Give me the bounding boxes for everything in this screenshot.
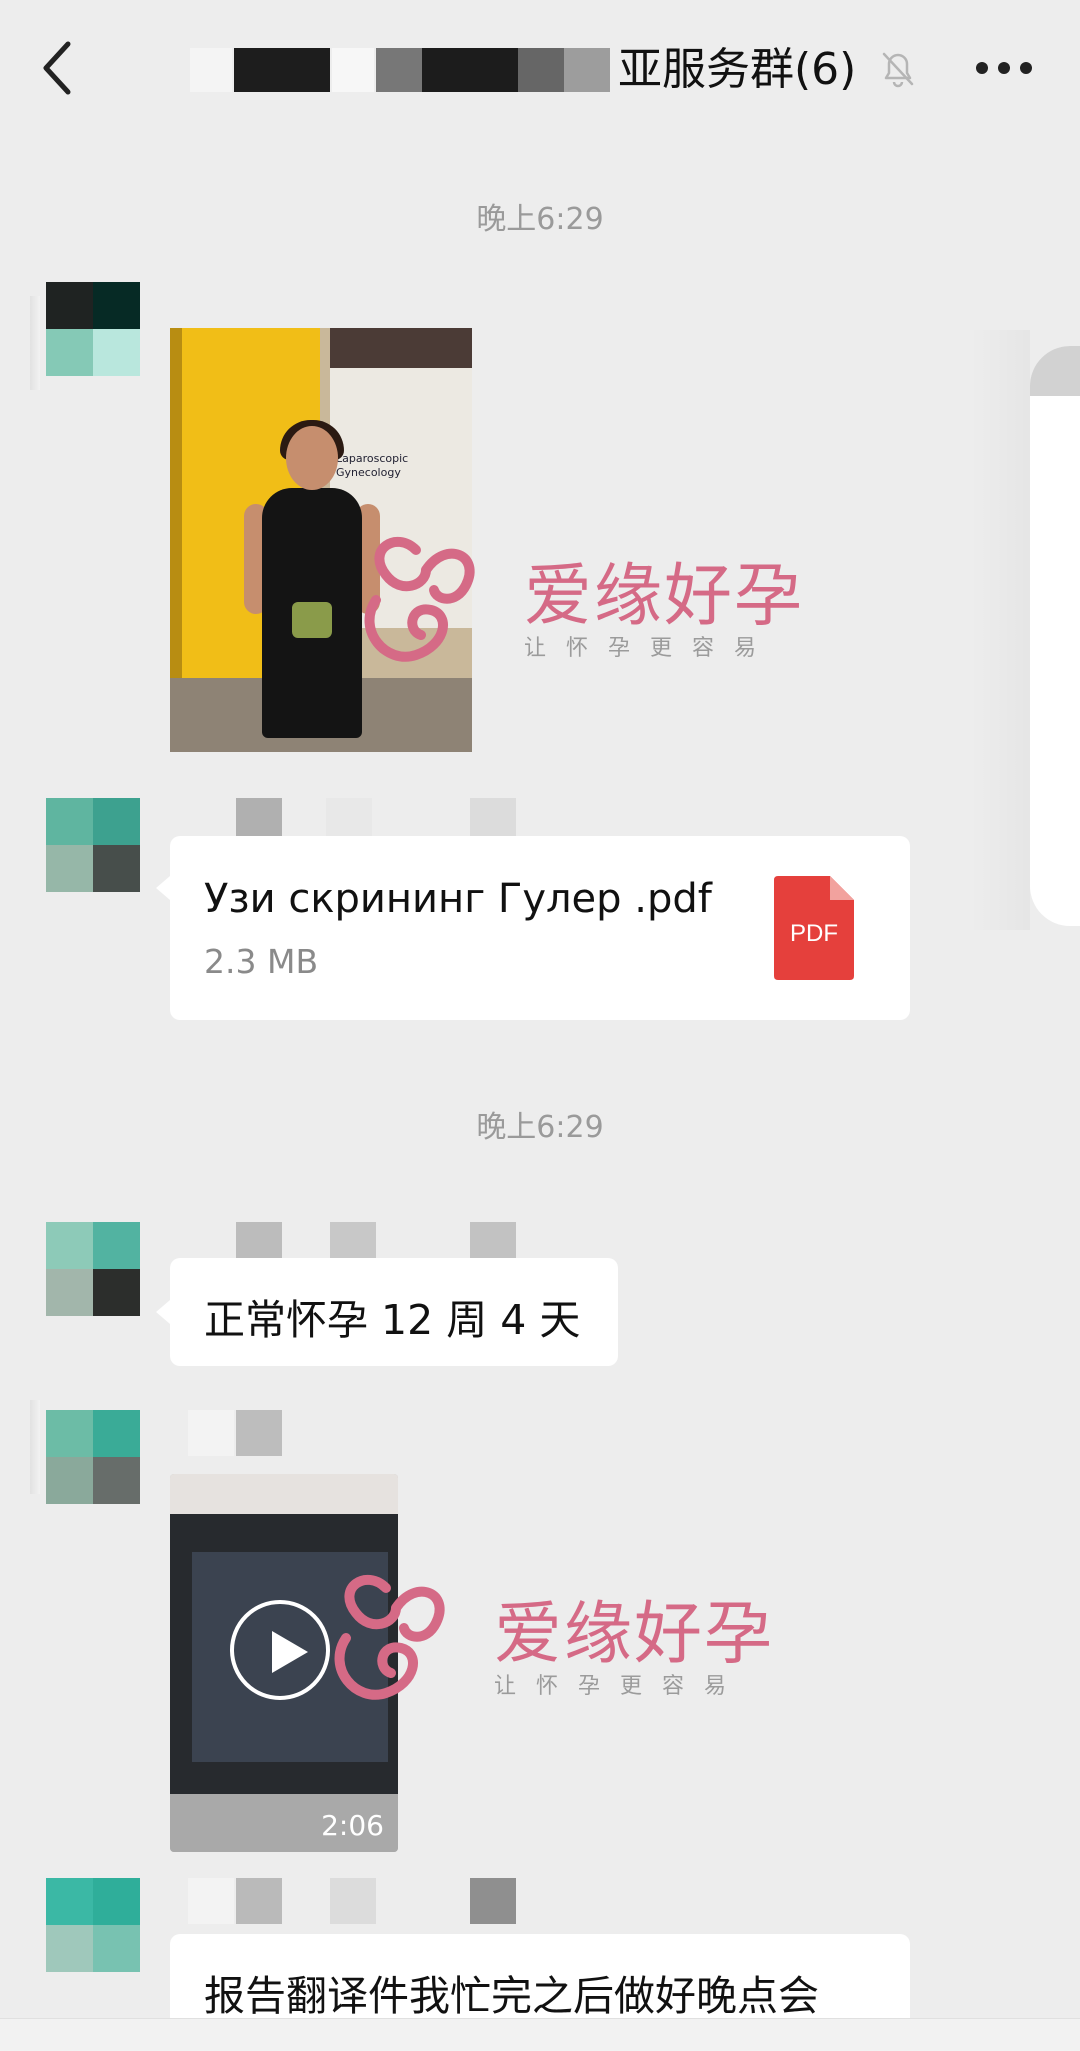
banner-text: Laparoscopic Gynecology [336, 452, 409, 479]
watermark-text: 爱缘好孕 [494, 1595, 775, 1674]
pdf-label: PDF [790, 920, 838, 947]
avatar[interactable] [46, 798, 140, 892]
file-name: Узи скрининг Гулер .pdf [204, 876, 712, 922]
chat-header: 亚服务群(6) [0, 0, 1080, 140]
bell-off-icon [882, 52, 914, 88]
side-drawer-top [1030, 346, 1080, 396]
ellipsis-icon[interactable] [976, 62, 1032, 76]
file-bubble[interactable]: Узи скрининг Гулер .pdf 2.3 MB PDF [170, 836, 910, 1020]
timestamp: 晚上6:29 [476, 202, 604, 237]
chevron-left-icon[interactable] [36, 36, 84, 100]
message-text: 报告翻译件我忙完之后做好晚点会 [204, 1972, 819, 2020]
bubble-tail [156, 876, 170, 900]
watermark-text: 爱缘好孕 [524, 557, 805, 636]
avatar-shadow [30, 296, 40, 390]
avatar[interactable] [46, 1878, 140, 1972]
text-bubble[interactable]: 正常怀孕 12 周 4 天 [170, 1258, 618, 1366]
side-drawer-handle[interactable] [1030, 346, 1080, 926]
timestamp: 晚上6:29 [476, 1110, 604, 1145]
bubble-tail [156, 1300, 170, 1324]
avatar[interactable] [46, 282, 140, 376]
file-size: 2.3 MB [204, 942, 319, 981]
message-text: 正常怀孕 12 周 4 天 [204, 1296, 581, 1344]
avatar[interactable] [46, 1222, 140, 1316]
watermark: 爱缘好孕 让怀孕更容易 [326, 1568, 772, 1708]
watermark-logo-icon [364, 536, 475, 662]
drawer-shadow [970, 330, 1030, 930]
chat-title: 亚服务群(6) [618, 44, 857, 95]
input-bar-edge [0, 2018, 1080, 2051]
video-duration: 2:06 [321, 1809, 384, 1842]
avatar-shadow [30, 1400, 40, 1494]
watermark-logo-icon [334, 1574, 445, 1700]
watermark-subtitle: 让怀孕更容易 [524, 636, 777, 661]
play-icon[interactable] [230, 1600, 330, 1700]
watermark: 爱缘好孕 让怀孕更容易 [356, 530, 802, 670]
watermark-subtitle: 让怀孕更容易 [494, 1674, 747, 1699]
avatar[interactable] [46, 1410, 140, 1504]
